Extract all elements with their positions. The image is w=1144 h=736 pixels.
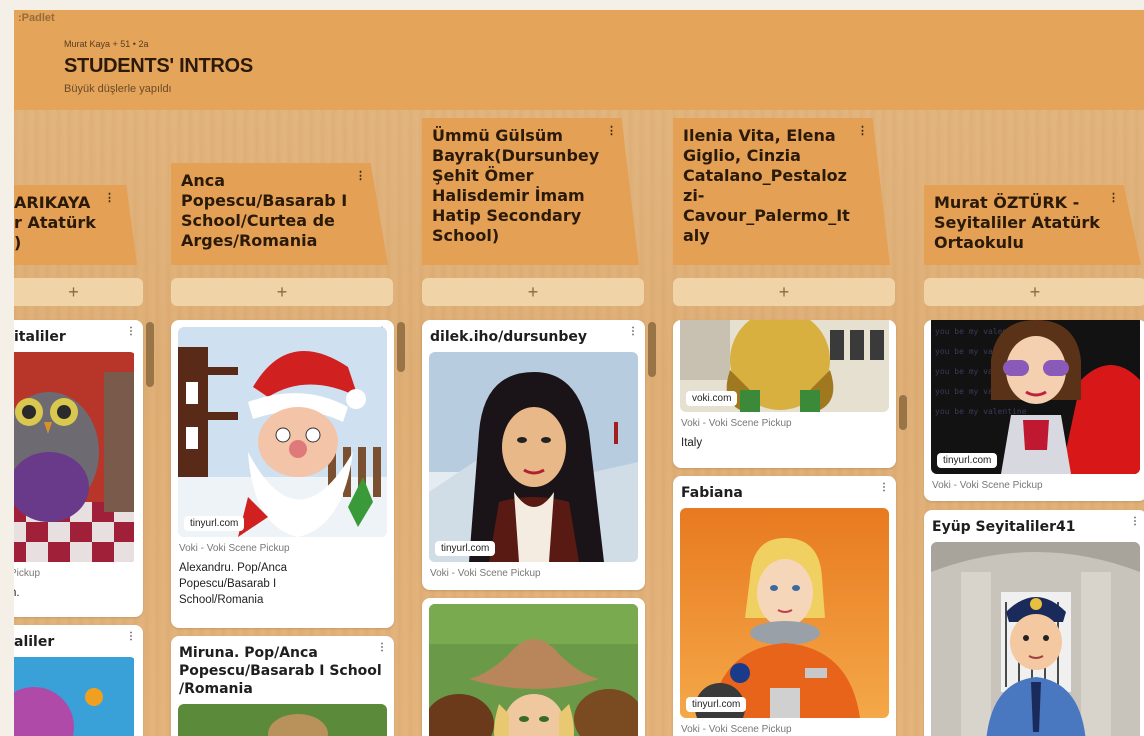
post-card[interactable]: dilek.iho/dursunbey ⋮ tinyurl.com Voki -… [422,320,645,590]
post-menu-icon[interactable]: ⋮ [1130,516,1140,527]
add-post-button-1[interactable]: + [171,278,393,306]
column-title: Murat ÖZTÜRK - Seyitaliler Atatürk Ortao… [934,193,1100,252]
column-scrollbar[interactable] [648,322,656,377]
post-source: Voki - Voki Scene Pickup [430,568,541,579]
post-card[interactable]: Fabiana ⋮ tinyurl.com Voki - Voki Scene … [673,476,896,736]
owl-avatar-image [14,352,136,562]
avatar-image [178,704,387,736]
post-card[interactable]: ⋮ [422,598,645,736]
post-image-astronaut[interactable]: tinyurl.com [680,508,889,718]
column-menu-icon[interactable]: ⋮ [104,191,115,204]
post-image-creature[interactable]: voki.com [680,320,889,412]
avatar-image [14,657,134,736]
column-title: Ilenia Vita, Elena Giglio, Cinzia Catala… [683,126,850,245]
column-header-0[interactable]: ARIKAYA r Atatürk ) ⋮ [14,185,137,265]
column-title: Anca Popescu/Basarab I School/Curtea de … [181,171,348,250]
girl-avatar-image: you be my valentine you be my valentine … [931,320,1140,474]
post-menu-icon[interactable]: ⋮ [377,642,387,653]
post-card[interactable]: voki.com Voki - Voki Scene Pickup Italy [673,320,896,468]
post-description: n. [14,587,20,599]
column-header-3[interactable]: Ilenia Vita, Elena Giglio, Cinzia Catala… [673,118,890,265]
post-title: Eyüp Seyitaliler41 [932,519,1076,535]
add-post-button-4[interactable]: + [924,278,1144,306]
post-title: italiler [14,329,66,345]
board-title: STUDENTS' INTROS [64,55,253,77]
cowgirl-avatar-image [429,604,638,736]
astronaut-avatar-image [680,508,889,718]
board-meta: Murat Kaya + 51 • 2a [64,39,149,49]
post-source: Pickup [14,568,41,579]
link-domain-pill: tinyurl.com [686,697,747,712]
santa-avatar-image [178,327,387,537]
padlet-board: :Padlet Murat Kaya + 51 • 2a STUDENTS' I… [14,10,1144,736]
padlet-logo[interactable]: :Padlet [18,12,55,24]
svg-text:you be my valentine: you be my valentine [935,407,1027,416]
post-title: Fabiana [681,485,743,501]
column-scrollbar[interactable] [397,322,405,372]
post-title: dilek.iho/dursunbey [430,329,588,345]
post-image-woman[interactable]: tinyurl.com [429,352,638,562]
post-image-girl[interactable]: you be my valentine you be my valentine … [931,320,1140,474]
post-menu-icon[interactable]: ⋮ [126,326,136,337]
add-post-button-0[interactable]: + [14,278,143,306]
post-image-owl[interactable] [14,352,136,562]
post-card[interactable]: Eyüp Seyitaliler41 ⋮ [924,510,1144,736]
post-image-police[interactable] [931,542,1140,736]
add-post-button-2[interactable]: + [422,278,644,306]
post-menu-icon[interactable]: ⋮ [126,631,136,642]
column-menu-icon[interactable]: ⋮ [1108,191,1119,204]
post-source: Voki - Voki Scene Pickup [681,724,792,735]
post-image-cowgirl[interactable] [429,604,638,736]
column-menu-icon[interactable]: ⋮ [355,169,366,182]
post-menu-icon[interactable]: ⋮ [628,326,638,337]
post-source: Voki - Voki Scene Pickup [179,543,290,554]
police-avatar-image [931,542,1140,736]
post-description: Alexandru. Pop/Anca Popescu/Basarab I Sc… [179,562,288,606]
post-image-santa[interactable]: tinyurl.com [178,327,387,537]
post-card[interactable]: aliler ⋮ [14,625,143,736]
post-menu-icon[interactable]: ⋮ [879,482,889,493]
link-domain-pill: tinyurl.com [937,453,998,468]
post-title: Miruna. Pop/Anca Popescu/Basarab I Schoo… [179,645,382,697]
post-card[interactable]: Miruna. Pop/Anca Popescu/Basarab I Schoo… [171,636,394,736]
column-scrollbar[interactable] [146,322,154,387]
post-image[interactable] [178,704,387,736]
board-subtitle: Büyük düşlerle yapıldı [64,83,172,95]
post-card[interactable]: you be my valentine you be my valentine … [924,320,1144,501]
board-header: :Padlet Murat Kaya + 51 • 2a STUDENTS' I… [14,10,1144,110]
post-source: Voki - Voki Scene Pickup [681,418,792,429]
column-header-1[interactable]: Anca Popescu/Basarab I School/Curtea de … [171,163,388,265]
woman-avatar-image [429,352,638,562]
add-post-button-3[interactable]: + [673,278,895,306]
post-card[interactable]: ⋮ tinyurl.com Voki - Voki Scene Pickup [171,320,394,628]
post-card[interactable]: italiler ⋮ Pickup n. [14,320,143,617]
post-title: aliler [14,634,55,650]
link-domain-pill: tinyurl.com [435,541,496,556]
link-domain-pill: tinyurl.com [184,516,245,531]
post-source: Voki - Voki Scene Pickup [932,480,1043,491]
column-menu-icon[interactable]: ⋮ [606,124,617,137]
column-header-4[interactable]: Murat ÖZTÜRK - Seyitaliler Atatürk Ortao… [924,185,1141,265]
column-menu-icon[interactable]: ⋮ [857,124,868,137]
link-domain-pill: voki.com [686,391,738,406]
post-image[interactable] [14,657,136,736]
column-title: Ümmü Gülsüm Bayrak(Dursunbey Şehit Ömer … [432,126,600,245]
column-header-2[interactable]: Ümmü Gülsüm Bayrak(Dursunbey Şehit Ömer … [422,118,639,265]
column-scrollbar[interactable] [899,395,907,430]
post-description: Italy [681,437,703,449]
